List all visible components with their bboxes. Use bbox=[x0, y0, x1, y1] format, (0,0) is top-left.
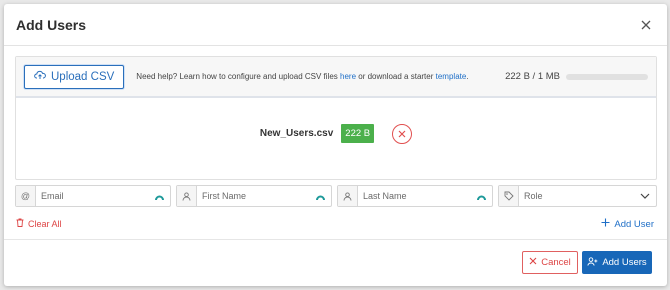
role-select[interactable]: Role bbox=[498, 185, 657, 207]
modal-title: Add Users bbox=[16, 16, 87, 33]
upload-bar: Upload CSV Need help? Learn how to confi… bbox=[16, 57, 656, 98]
role-placeholder: Role bbox=[524, 191, 543, 201]
footer-divider bbox=[4, 239, 667, 240]
add-users-modal: Add Users Upload CSV Need help? Learn ho… bbox=[4, 4, 667, 286]
clear-all-button[interactable]: Clear All bbox=[16, 218, 62, 229]
at-sign-icon: @ bbox=[16, 186, 36, 206]
autofill-indicator-icon bbox=[470, 186, 492, 206]
uploaded-file-area: New_Users.csv 222 B bbox=[16, 98, 656, 179]
email-input[interactable]: Email bbox=[36, 186, 148, 206]
autofill-indicator-icon bbox=[309, 186, 331, 206]
upload-csv-label: Upload CSV bbox=[51, 70, 115, 83]
add-users-label: Add Users bbox=[602, 257, 647, 268]
remove-file-button[interactable] bbox=[392, 123, 413, 144]
first-name-input[interactable]: First Name bbox=[197, 186, 309, 206]
upload-help-text: Need help? Learn how to configure and up… bbox=[136, 72, 468, 81]
cancel-label: Cancel bbox=[541, 257, 571, 268]
new-user-fields: @ Email First Name Last Name Role bbox=[15, 185, 657, 207]
help-middle: or download a starter bbox=[356, 72, 436, 81]
help-link-template[interactable]: template bbox=[436, 72, 467, 81]
chevron-down-icon[interactable] bbox=[634, 186, 656, 206]
file-size-text: 222 B / 1 MB bbox=[505, 71, 560, 82]
help-link-here[interactable]: here bbox=[340, 72, 356, 81]
help-prefix: Need help? Learn how to configure and up… bbox=[136, 72, 340, 81]
last-name-field[interactable]: Last Name bbox=[337, 185, 493, 207]
file-name: New_Users.csv bbox=[259, 128, 334, 139]
cancel-button[interactable]: Cancel bbox=[522, 251, 578, 274]
cloud-upload-icon bbox=[34, 70, 46, 83]
add-user-button[interactable]: Add User bbox=[601, 218, 654, 230]
add-user-icon bbox=[587, 256, 598, 269]
last-name-input[interactable]: Last Name bbox=[358, 186, 470, 206]
trash-icon bbox=[16, 218, 24, 229]
email-field[interactable]: @ Email bbox=[15, 185, 171, 207]
plus-icon bbox=[601, 218, 610, 230]
close-circle-icon bbox=[398, 130, 406, 137]
add-user-label: Add User bbox=[614, 218, 654, 230]
upload-csv-button[interactable]: Upload CSV bbox=[24, 64, 125, 89]
modal-header: Add Users bbox=[4, 4, 667, 46]
tag-icon bbox=[499, 186, 519, 206]
file-size-progress bbox=[566, 73, 648, 80]
upload-panel: Upload CSV Need help? Learn how to confi… bbox=[15, 56, 657, 180]
user-icon bbox=[177, 186, 197, 206]
close-icon bbox=[529, 257, 537, 268]
help-suffix: . bbox=[466, 72, 469, 81]
file-size-badge: 222 B bbox=[341, 124, 375, 143]
first-name-field[interactable]: First Name bbox=[176, 185, 332, 207]
add-users-button[interactable]: Add Users bbox=[582, 251, 652, 274]
autofill-indicator-icon bbox=[148, 186, 170, 206]
clear-all-label: Clear All bbox=[28, 218, 62, 229]
user-icon bbox=[338, 186, 358, 206]
close-icon[interactable] bbox=[637, 16, 655, 34]
